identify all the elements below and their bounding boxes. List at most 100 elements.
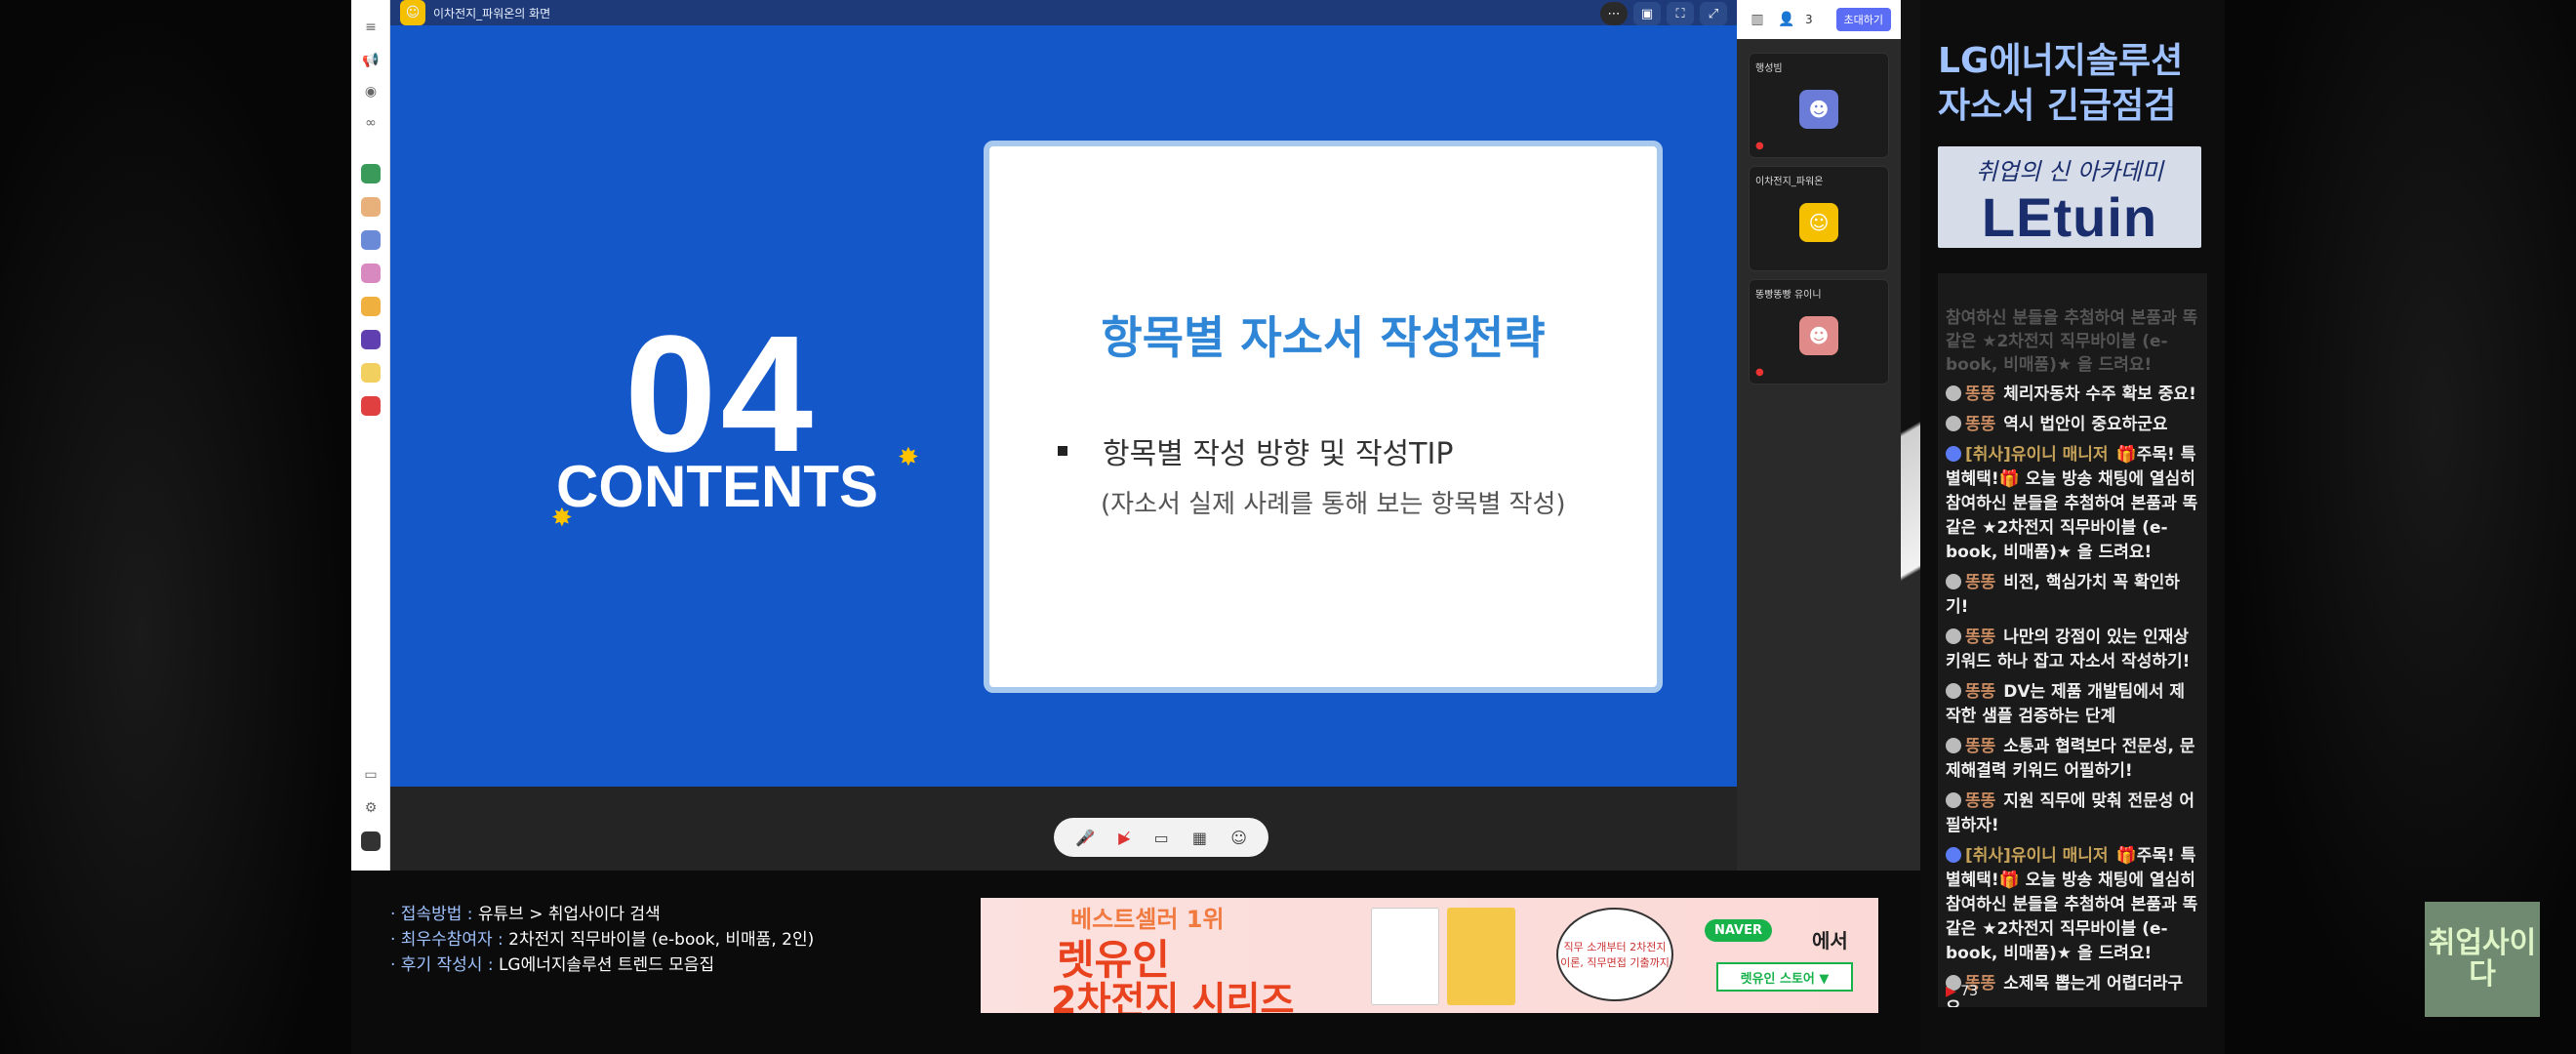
chat-user: [취사]유이니 매니저 [1965, 445, 2109, 465]
shared-slide: 04 CONTENTS ✸ ✸ 항목별 자소서 작성전략 항목별 작성 방향 및… [390, 25, 1737, 787]
screen-share-header: ☺ 이차전지_파워온의 화면 ⋯ ▣ ⛶ ⤢ [390, 0, 1737, 25]
chat-user: [취사]유이니 매니저 [1965, 846, 2109, 866]
viewer-count-value: 73 [1960, 984, 1979, 999]
app-icon-5[interactable] [361, 297, 381, 316]
avatar: ☺ [1799, 203, 1838, 242]
avatar [1946, 416, 1961, 431]
info-title-line2: 자소서 긴급점검 [1938, 86, 2177, 126]
chat-message: 똥똥 나만의 강점이 있는 인재상 키워드 하나 잡고 자소서 작성하기! [1946, 626, 2199, 674]
bottom-info-value: 유튜브 > 취업사이다 검색 [472, 905, 661, 924]
avatar [1946, 574, 1961, 589]
participant-tile[interactable]: 똥빵똥빵 유이니 ☻ ● [1749, 279, 1889, 385]
chat-user: 똥똥 [1965, 682, 1996, 702]
info-panel: LG에너지솔루션 자소서 긴급점검 취업의 신 아카데미 LEtuin 참여하신… [1920, 0, 2225, 1054]
avatar [1946, 385, 1961, 401]
avatar: ☻ [1799, 316, 1838, 355]
app-icon-7[interactable] [361, 363, 381, 383]
location-icon[interactable]: ◉ [361, 82, 381, 101]
ad-banner[interactable]: 베스트셀러 1위 렛유인 2차전지 시리즈 직무 소개부터 2차전지 이론, 직… [981, 898, 1878, 1013]
corner-logo: 취업사이다 [2425, 902, 2540, 1017]
naver-store: NAVER 에서 렛유인 스토어 ▼ [1705, 912, 1869, 997]
bullet-square-icon [1058, 446, 1067, 456]
app-icon-1[interactable] [361, 164, 381, 183]
screen-share-icon[interactable]: ▭ [1154, 829, 1169, 847]
media-controls: 🎤̸ ▶̸ ▭ ▦ ☺ [1054, 818, 1268, 857]
people-icon[interactable]: 👤 [1776, 9, 1797, 30]
bottom-info: · 접속방법 : 유튜브 > 취업사이다 검색 · 최우수참여자 : 2차전지 … [390, 902, 814, 978]
store-button[interactable]: 렛유인 스토어 ▼ [1716, 962, 1853, 992]
left-background [0, 0, 351, 1054]
bottom-info-line: · 접속방법 : 유튜브 > 취업사이다 검색 [390, 902, 814, 927]
bottom-info-key: · 후기 작성시 : [390, 955, 494, 975]
settings-icon[interactable]: ⚙ [361, 798, 381, 818]
participant-count: 3 [1805, 13, 1813, 26]
sparkle-icon: ✸ [898, 443, 919, 472]
participant-name: 행성빔 [1755, 63, 1783, 74]
chat-icon[interactable]: ▭ [361, 765, 381, 785]
right-background [2225, 0, 2576, 1054]
app-icon-6[interactable] [361, 330, 381, 349]
letuin-logo: 취업의 신 아카데미 LEtuin [1938, 146, 2201, 248]
app-icon-2[interactable] [361, 197, 381, 217]
participant-tile[interactable]: 이차전지_파워온 ☺ [1749, 166, 1889, 271]
participant-tile[interactable]: 행성빔 ☻ ● [1749, 53, 1889, 158]
avatar [1946, 738, 1961, 753]
participants-header: ▥ 👤 3 초대하기 [1737, 0, 1901, 39]
book-cover-image [1447, 908, 1515, 1005]
banner-bottom-text: 2차전지 시리즈 [1051, 979, 1295, 1013]
avatar [1946, 446, 1961, 462]
layout-icon[interactable]: ▥ [1747, 9, 1768, 30]
bottom-info-value: 2차전지 직무바이블 (e-book, 비매품, 2인) [503, 930, 815, 950]
emoji-icon[interactable]: ☺ [1230, 829, 1247, 847]
broadcast-stage: ≡ 📢 ◉ ∞ ▭ ⚙ ☺ 이차전지_파워온의 화면 ⋯ ▣ ⛶ ⤢ 04 CO… [351, 0, 2225, 1054]
info-title: LG에너지솔루션 자소서 긴급점검 [1938, 39, 2183, 129]
avatar: ☻ [1799, 90, 1838, 129]
chat-message: 똥똥소제목 뽑는게 어렵더라구요.. [1946, 972, 2199, 1007]
fullscreen-icon[interactable]: ⛶ [1667, 2, 1694, 25]
slide-bullet: 항목별 작성 방향 및 작성TIP [1058, 429, 1453, 472]
share-controls: ⋯ ▣ ⛶ ⤢ [1600, 2, 1727, 25]
media-controls-bar: 🎤̸ ▶̸ ▭ ▦ ☺ [390, 787, 1737, 871]
bottom-info-key: · 접속방법 : [390, 905, 473, 924]
pip-icon[interactable]: ▣ [1633, 2, 1661, 25]
app-icon-4[interactable] [361, 264, 381, 283]
chat-user: 똥똥 [1965, 737, 1996, 756]
participant-name: 이차전지_파워온 [1755, 177, 1824, 187]
chat-user: 똥똥 [1965, 415, 1996, 434]
mic-muted-icon[interactable]: 🎤̸ [1075, 829, 1095, 847]
expand-icon[interactable]: ⤢ [1700, 2, 1727, 25]
naver-tag: NAVER [1705, 919, 1773, 942]
chat-message: [취사]유이니 매니저 🎁주목! 특별혜택!🎁 오늘 방송 채팅에 열심히 참여하… [1946, 844, 2199, 966]
viewer-count: ▶ 73 [1946, 984, 1978, 999]
chat-user: 똥똥 [1965, 573, 1996, 592]
link-icon[interactable]: ∞ [361, 113, 381, 133]
presenter-label: 이차전지_파워온의 화면 [433, 6, 551, 20]
avatar [1946, 683, 1961, 699]
presenter-avatar: ☺ [400, 0, 425, 25]
chat-message: 똥똥 비전, 핵심가치 꼭 확인하기! [1946, 571, 2199, 620]
letuin-logo-small: 취업의 신 아카데미 [1976, 158, 2163, 185]
bottom-info-value: LG에너지솔루션 트렌드 모음집 [493, 955, 715, 975]
camera-off-icon[interactable]: ▶̸ [1118, 829, 1130, 847]
live-chat: 참여하신 분들을 추첨하여 본품과 똑같은 ★2차전지 직무바이블 (e-boo… [1938, 273, 2207, 1007]
gift-icon[interactable] [361, 396, 381, 416]
bottom-info-line: · 최우수참여자 : 2차전지 직무바이블 (e-book, 비매품, 2인) [390, 927, 814, 953]
apps-icon[interactable]: ▦ [1192, 829, 1207, 847]
slide-contents-label: CONTENTS [556, 454, 878, 519]
left-rail: ≡ 📢 ◉ ∞ ▭ ⚙ [351, 0, 390, 871]
invite-button[interactable]: 초대하기 [1835, 8, 1891, 31]
chat-user: 똥똥 [1965, 791, 1996, 811]
megaphone-icon[interactable]: 📢 [361, 51, 381, 70]
more-icon[interactable]: ⋯ [1600, 2, 1628, 25]
participants-panel: ▥ 👤 3 초대하기 행성빔 ☻ ● 이차전지_파워온 ☺ 똥빵똥빵 유이니 ☻… [1737, 0, 1901, 871]
avatar [1946, 792, 1961, 808]
chat-message: 똥똥 소통과 협력보다 전문성, 문제해결력 키워드 어필하기! [1946, 735, 2199, 784]
app-icon-3[interactable] [361, 230, 381, 250]
menu-icon[interactable]: ≡ [361, 18, 381, 37]
chat-message: 똥똥 DV는 제품 개발팀에서 제작한 샘플 검증하는 단계 [1946, 680, 2199, 729]
chat-message: 똥똥 역시 법안이 중요하군요 [1946, 413, 2199, 437]
profile-avatar[interactable] [361, 831, 381, 851]
chat-user: 똥똥 [1965, 385, 1996, 404]
chat-faded-message: 참여하신 분들을 추첨하여 본품과 똑같은 ★2차전지 직무바이블 (e-boo… [1946, 308, 2198, 375]
book-cover-image [1371, 908, 1439, 1005]
